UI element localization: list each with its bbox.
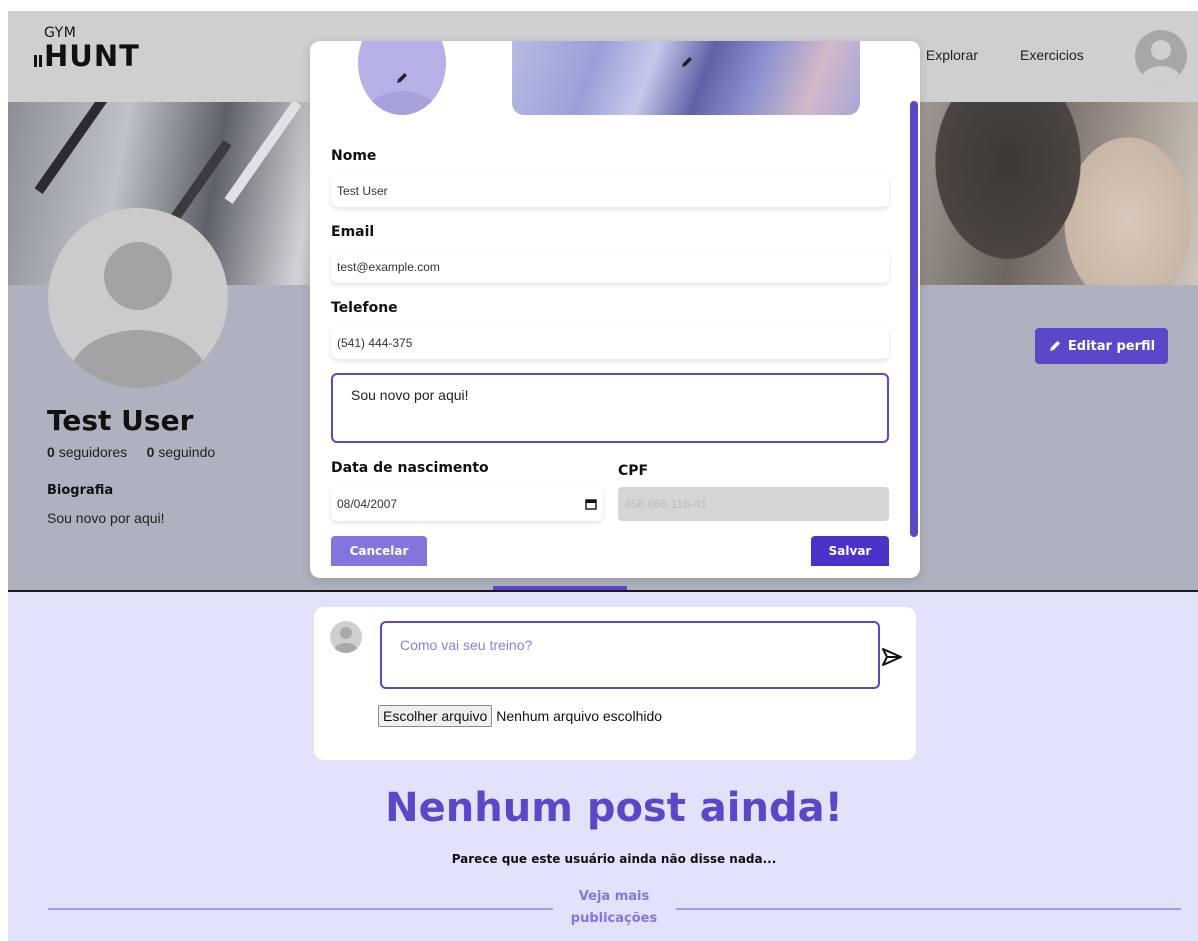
avatar-placeholder-icon <box>1141 40 1181 82</box>
avatar-placeholder-icon <box>334 627 358 653</box>
divider-left <box>48 908 553 910</box>
followers-count: 0 <box>47 444 55 460</box>
cover-photo-detail <box>224 102 302 205</box>
profile-avatar <box>48 208 228 388</box>
edit-profile-button[interactable]: Editar perfil <box>1035 328 1168 364</box>
active-tab-indicator <box>493 586 627 590</box>
pencil-icon <box>1049 341 1060 351</box>
see-more-posts-link[interactable]: Veja mais publicações <box>553 886 675 930</box>
email-label: Email <box>331 224 375 240</box>
pencil-icon[interactable] <box>680 55 694 69</box>
birthdate-value: 08/04/2007 <box>337 497 398 511</box>
birthdate-label: Data de nascimento <box>331 460 489 476</box>
composer-avatar <box>330 621 362 653</box>
send-icon[interactable] <box>880 647 904 667</box>
birthdate-input[interactable]: 08/04/2007 <box>331 487 603 521</box>
calendar-icon[interactable] <box>585 498 597 510</box>
modal-cover-edit[interactable] <box>512 41 860 115</box>
modal-scrollbar[interactable] <box>910 101 918 537</box>
post-text-input[interactable]: Como vai seu treino? <box>380 621 880 689</box>
profile-name: Test User <box>47 404 194 437</box>
choose-file-button[interactable]: Escolher arquivo <box>378 705 493 727</box>
see-more-line1: Veja mais <box>578 889 650 904</box>
edit-profile-label: Editar perfil <box>1067 338 1156 354</box>
bio-heading: Biografia <box>47 483 114 498</box>
divider-right <box>676 908 1181 910</box>
see-more-line2: publicações <box>570 911 658 926</box>
name-label: Nome <box>331 148 377 164</box>
empty-posts-subtitle: Parece que este usuário ainda não disse … <box>451 852 777 866</box>
cpf-input: 458.066.118-41 <box>618 487 889 521</box>
save-button[interactable]: Salvar <box>811 536 889 566</box>
followers-label[interactable]: seguidores <box>59 444 128 460</box>
follow-stats: 0 seguidores 0 seguindo <box>47 444 215 460</box>
dumbbell-icon <box>34 55 42 67</box>
following-count: 0 <box>146 444 155 460</box>
bio-textarea[interactable]: Sou novo por aqui! <box>331 373 889 443</box>
cover-photo-detail <box>34 102 112 195</box>
phone-input[interactable]: (541) 444-375 <box>331 327 889 359</box>
cpf-label: CPF <box>618 463 649 479</box>
phone-label: Telefone <box>331 300 398 316</box>
modal-avatar-edit[interactable] <box>358 41 446 115</box>
profile-page: GYM HUNT Explorar Exercicios Test User 0… <box>8 11 1198 941</box>
nav-exercicios-link[interactable]: Exercicios <box>1020 47 1084 63</box>
post-composer: Como vai seu treino? Escolher arquivo Ne… <box>314 607 916 760</box>
email-input[interactable]: test@example.com <box>331 251 889 283</box>
cancel-button[interactable]: Cancelar <box>331 536 427 566</box>
edit-profile-modal: Nome Test User Email test@example.com Te… <box>310 41 920 578</box>
following-label[interactable]: seguindo <box>158 444 215 460</box>
bio-text: Sou novo por aqui! <box>47 510 165 526</box>
name-input[interactable]: Test User <box>331 175 889 207</box>
logo-hunt-text: HUNT <box>44 39 140 73</box>
pencil-icon[interactable] <box>395 71 409 85</box>
file-upload: Escolher arquivo Nenhum arquivo escolhid… <box>378 705 662 727</box>
avatar-placeholder-icon <box>68 242 208 388</box>
gymhunt-logo[interactable]: GYM HUNT <box>34 25 144 85</box>
empty-posts-title: Nenhum post ainda! <box>385 785 843 831</box>
file-status-text: Nenhum arquivo escolhido <box>496 708 663 724</box>
user-avatar[interactable] <box>1135 30 1187 82</box>
